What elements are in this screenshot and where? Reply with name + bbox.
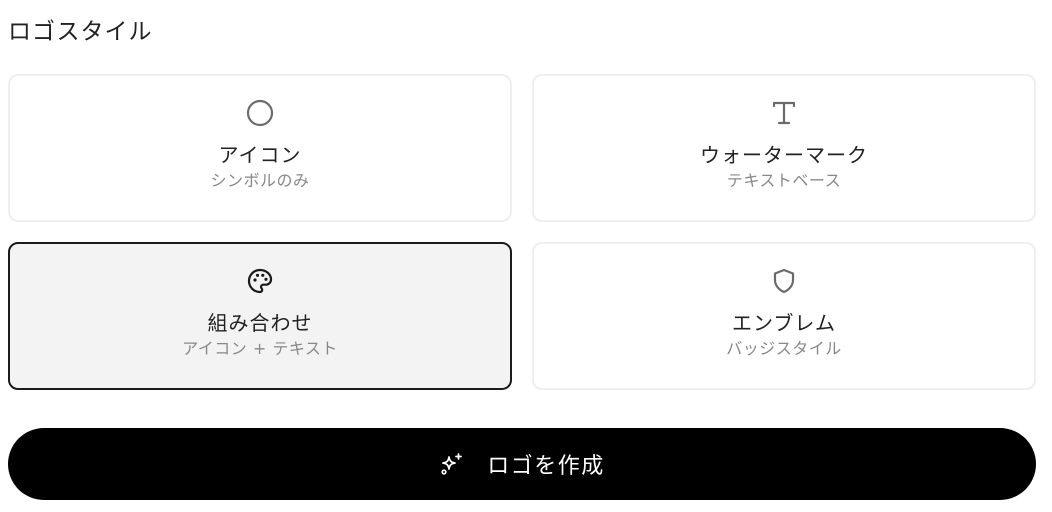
style-option-description: テキストベース [726,171,842,190]
style-option-description: アイコン + テキスト [182,339,338,358]
style-option-combination[interactable]: 組み合わせ アイコン + テキスト [8,242,512,390]
style-option-label: ウォーターマーク [700,143,868,167]
sparkles-icon [439,451,465,477]
style-option-label: 組み合わせ [207,311,313,335]
create-logo-button[interactable]: ロゴを作成 [8,428,1036,500]
style-option-icon[interactable]: アイコン シンボルのみ [8,74,512,222]
style-option-label: エンブレム [732,311,836,335]
shield-icon [769,266,799,296]
style-option-description: バッジスタイル [726,339,842,358]
style-option-description: シンボルのみ [210,171,310,190]
create-logo-label: ロゴを作成 [487,454,605,479]
circle-icon [245,98,275,128]
palette-icon [245,266,275,296]
style-option-emblem[interactable]: エンブレム バッジスタイル [532,242,1036,390]
type-icon [769,98,799,128]
section-title: ロゴスタイル [8,19,153,45]
style-option-label: アイコン [218,143,302,167]
logo-style-grid: アイコン シンボルのみ ウォーターマーク テキストベース 組み合わせ アイコン … [8,74,1036,390]
style-option-wordmark[interactable]: ウォーターマーク テキストベース [532,74,1036,222]
